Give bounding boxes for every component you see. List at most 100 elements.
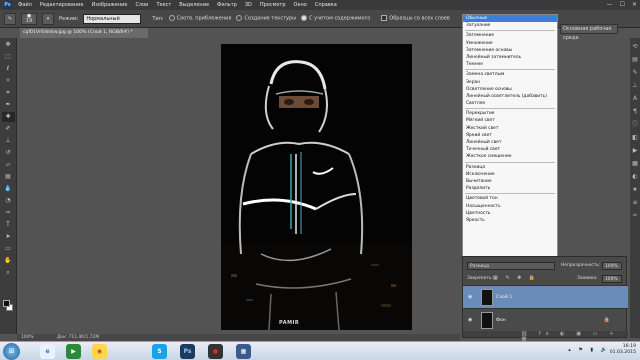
layer-name[interactable]: Фон	[496, 318, 506, 323]
taskbar-app-recorder[interactable]: ●	[208, 344, 223, 359]
character-icon[interactable]: A	[631, 95, 639, 103]
radio-texture[interactable]: Создание текстуры	[236, 15, 296, 22]
lasso-tool-icon[interactable]: ℓ	[2, 64, 15, 74]
taskbar-app-skype[interactable]: S	[152, 344, 167, 359]
system-tray-icons[interactable]: ▴ ⚑ ▮ 🔊	[568, 347, 610, 353]
blend-option[interactable]: Обычные	[463, 15, 557, 23]
brush-panel-icon[interactable]: ✎	[631, 69, 639, 77]
workspace-select[interactable]: Основная рабочая среда	[560, 24, 618, 41]
opacity-input[interactable]: 100%	[602, 262, 622, 270]
radio-content-aware[interactable]: С учетом содержимого	[301, 15, 370, 22]
move-tool-icon[interactable]: ✥	[2, 40, 15, 50]
swatches-icon[interactable]: ▦	[631, 160, 639, 168]
properties-icon[interactable]: ▤	[631, 56, 639, 64]
blend-option[interactable]: Линейный свет	[463, 139, 557, 146]
menu-window[interactable]: Окно	[294, 2, 307, 8]
menu-select[interactable]: Выделение	[179, 2, 209, 8]
menu-type[interactable]: Текст	[156, 2, 171, 8]
blend-option[interactable]: Яркость	[463, 217, 557, 224]
blend-option[interactable]: Точечный свет	[463, 146, 557, 153]
eye-icon[interactable]: ◉	[468, 294, 472, 300]
blend-option[interactable]: Светлее	[463, 100, 557, 107]
brush-settings-icon[interactable]: ▾	[42, 12, 54, 25]
quick-select-tool-icon[interactable]: ✧	[2, 76, 15, 86]
healing-brush-tool-icon[interactable]: ✚	[1, 112, 15, 122]
menu-view[interactable]: Просмотр	[260, 2, 286, 8]
navigator-icon[interactable]: ◧	[631, 134, 639, 142]
blend-option[interactable]: Насыщенность	[463, 203, 557, 210]
close-button[interactable]: ✕	[632, 1, 637, 8]
start-button[interactable]: ⊞	[3, 343, 20, 360]
sample-all-checkbox[interactable]: Образцы со всех слоев	[381, 15, 450, 22]
menu-filter[interactable]: Фильтр	[217, 2, 237, 8]
blend-option[interactable]: Разделить	[463, 185, 557, 192]
clone-stamp-tool-icon[interactable]: ⊥	[2, 136, 15, 146]
blend-option[interactable]: Темнее	[463, 61, 557, 68]
menu-help[interactable]: Справка	[315, 2, 337, 8]
zoom-tool-icon[interactable]: ⌕	[2, 268, 15, 278]
styles-icon[interactable]: ★	[631, 186, 639, 194]
layers-footer[interactable]: ⛓ fx ◐ ▣ ▭ ＋ 🗑	[463, 331, 628, 343]
adjustments-icon[interactable]: ◐	[631, 173, 639, 181]
taskbar-app-chrome[interactable]: ◉	[92, 344, 107, 359]
shape-tool-icon[interactable]: ▭	[2, 244, 15, 254]
path-select-tool-icon[interactable]: ➤	[2, 232, 15, 242]
menu-edit[interactable]: Редактирование	[40, 2, 84, 8]
taskbar-app-explorer[interactable]: ▦	[236, 344, 251, 359]
blend-option[interactable]: Исключение	[463, 171, 557, 178]
crop-tool-icon[interactable]: ⌗	[2, 88, 15, 98]
eye-icon[interactable]: ◉	[468, 317, 472, 323]
blend-option[interactable]: Затемнение	[463, 32, 557, 39]
actions-icon[interactable]: ▶	[631, 147, 639, 155]
paths-icon[interactable]: ✑	[631, 212, 639, 220]
blend-option[interactable]: Цветовой тон	[463, 195, 557, 202]
blend-option[interactable]: Линейный осветлитель (добавить)	[463, 93, 557, 100]
blend-option[interactable]: Мягкий свет	[463, 117, 557, 124]
zoom-level[interactable]: 100%	[21, 335, 34, 340]
layer-row[interactable]: ◉ Фон 🔒	[463, 308, 628, 331]
info-icon[interactable]: ⓘ	[631, 121, 639, 129]
blend-option[interactable]: Вычитание	[463, 178, 557, 185]
channels-icon[interactable]: ≡	[631, 199, 639, 207]
fill-input[interactable]: 100%	[602, 275, 622, 283]
paragraph-icon[interactable]: ¶	[631, 108, 639, 116]
blend-option[interactable]: Жесткое смешение	[463, 153, 557, 160]
gradient-tool-icon[interactable]: ▤	[2, 172, 15, 182]
blend-option[interactable]: Жесткий свет	[463, 125, 557, 132]
blend-option[interactable]: Затухание	[463, 22, 557, 29]
menu-layers[interactable]: Слои	[135, 2, 148, 8]
layer-name[interactable]: Слой 1	[496, 295, 512, 300]
blur-tool-icon[interactable]: 💧	[2, 184, 15, 194]
layer-row[interactable]: ◉ Слой 1	[463, 285, 628, 308]
type-tool-icon[interactable]: T	[2, 220, 15, 230]
eraser-tool-icon[interactable]: ▱	[2, 160, 15, 170]
blend-option[interactable]: Осветление основы	[463, 86, 557, 93]
blend-option[interactable]: Перекрытие	[463, 110, 557, 117]
lock-icons[interactable]: ▦ ✎ ✥ 🔒	[493, 275, 538, 281]
clock[interactable]: 16:19 01.03.2015	[610, 344, 636, 356]
blend-option[interactable]: Линейный затемнитель	[463, 54, 557, 61]
taskbar-app-ie[interactable]: e	[40, 344, 55, 359]
radio-proximity[interactable]: Соотв. приблежения	[168, 15, 231, 22]
foreground-color-swatch[interactable]	[3, 300, 10, 307]
brush-tool-icon[interactable]: ✐	[2, 124, 15, 134]
minimize-button[interactable]: —	[607, 1, 613, 8]
blend-option[interactable]: Разница	[463, 164, 557, 171]
healing-brush-tool-icon[interactable]: ✎	[4, 12, 16, 25]
history-brush-tool-icon[interactable]: ↺	[2, 148, 15, 158]
menu-3d[interactable]: 3D	[245, 2, 252, 8]
blend-option[interactable]: Экран	[463, 79, 557, 86]
brush-preset-picker[interactable]: ● 19	[21, 12, 37, 25]
history-icon[interactable]: ⟲	[631, 43, 639, 51]
dodge-tool-icon[interactable]: ◔	[2, 196, 15, 206]
hand-tool-icon[interactable]: ✋	[2, 256, 15, 266]
blend-option[interactable]: Замена светлым	[463, 71, 557, 78]
mode-select[interactable]: Нормальный	[83, 13, 142, 24]
pen-tool-icon[interactable]: ✑	[2, 208, 15, 218]
menu-image[interactable]: Изображение	[91, 2, 127, 8]
blend-option[interactable]: Цветность	[463, 210, 557, 217]
taskbar-app-media[interactable]: ▶	[66, 344, 81, 359]
blend-option[interactable]: Затемнение основы	[463, 47, 557, 54]
document-canvas[interactable]: PAMIR	[221, 44, 412, 330]
menu-file[interactable]: Файл	[18, 2, 32, 8]
